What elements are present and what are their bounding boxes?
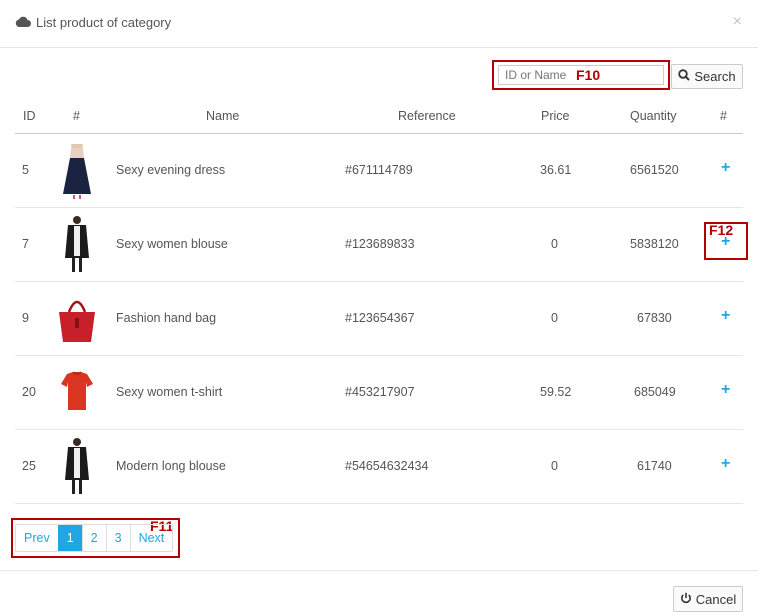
column-header-thumb: # <box>73 109 80 123</box>
row-price: 0 <box>551 459 558 473</box>
cancel-button[interactable]: Cancel <box>673 586 743 612</box>
row-name: Modern long blouse <box>116 459 226 473</box>
red-handbag-thumbnail <box>55 288 99 348</box>
table-row: 5 Sexy evening dress #671114789 36.61 65… <box>15 134 743 208</box>
pagination-next[interactable]: Next <box>129 525 173 551</box>
column-header-quantity: Quantity <box>630 109 677 123</box>
power-icon <box>680 592 692 607</box>
row-quantity: 6561520 <box>630 163 679 177</box>
column-header-id: ID <box>23 109 36 123</box>
row-reference: #453217907 <box>345 385 415 399</box>
column-header-reference: Reference <box>398 109 456 123</box>
add-product-button[interactable]: + <box>721 308 730 324</box>
row-id: 25 <box>22 459 36 473</box>
add-product-button[interactable]: + <box>721 160 730 176</box>
search-button[interactable]: Search <box>671 64 743 89</box>
pagination-page-3[interactable]: 3 <box>105 525 130 551</box>
row-id: 20 <box>22 385 36 399</box>
row-price: 59.52 <box>540 385 572 399</box>
row-name: Sexy women blouse <box>116 237 228 251</box>
long-blouse-thumbnail <box>55 214 99 274</box>
red-tshirt-thumbnail <box>55 362 99 422</box>
row-id: 9 <box>22 311 29 325</box>
cloud-icon <box>15 15 31 30</box>
row-id: 7 <box>22 237 29 251</box>
column-header-action: # <box>720 109 727 123</box>
table-row: 9 Fashion hand bag #123654367 0 67830 + <box>15 282 743 356</box>
column-header-name: Name <box>206 109 240 123</box>
modal-title-text: List product of category <box>36 15 172 30</box>
search-button-label: Search <box>694 69 736 84</box>
modal-header: List product of category × <box>0 0 758 48</box>
row-reference: #123654367 <box>345 311 415 325</box>
pagination: Prev 1 2 3 Next <box>15 524 174 552</box>
long-blouse-thumbnail <box>55 436 99 496</box>
add-product-button[interactable]: + <box>721 456 730 472</box>
modal-footer <box>0 570 758 610</box>
row-price: 0 <box>551 311 558 325</box>
table-row: 25 Modern long blouse #54654632434 0 617… <box>15 430 743 504</box>
row-reference: #671114789 <box>345 163 413 177</box>
table-row: 20 Sexy women t-shirt #453217907 59.52 6… <box>15 356 743 430</box>
row-quantity: 685049 <box>634 385 676 399</box>
annotation-label-f12: F12 <box>709 222 734 238</box>
modal-dialog: List product of category × F10 Search ID… <box>0 0 758 612</box>
modal-title: List product of category <box>15 15 171 30</box>
row-name: Sexy evening dress <box>116 163 226 177</box>
pagination-page-1[interactable]: 1 <box>57 525 82 551</box>
evening-dress-thumbnail <box>55 140 99 200</box>
row-quantity: 61740 <box>637 459 672 473</box>
cancel-button-label: Cancel <box>695 591 737 607</box>
close-icon[interactable]: × <box>733 13 742 31</box>
row-reference: #123689833 <box>345 237 415 251</box>
row-reference: #54654632434 <box>345 459 429 473</box>
pagination-prev[interactable]: Prev <box>16 525 58 551</box>
pagination-page-2[interactable]: 2 <box>81 525 106 551</box>
row-price: 36.61 <box>540 163 572 177</box>
row-quantity: 67830 <box>637 311 672 325</box>
row-quantity: 5838120 <box>630 237 679 251</box>
row-price: 0 <box>551 237 558 251</box>
column-header-price: Price <box>541 109 570 123</box>
table-row: 7 Sexy women blouse #123689833 0 5838120… <box>15 208 743 282</box>
annotation-label-f10: F10 <box>576 67 601 83</box>
row-id: 5 <box>22 163 29 177</box>
search-annotation-box: F10 <box>492 60 670 90</box>
search-icon <box>678 69 691 84</box>
row-name: Sexy women t-shirt <box>116 385 223 399</box>
row-name: Fashion hand bag <box>116 311 217 325</box>
add-product-button[interactable]: + <box>721 382 730 398</box>
